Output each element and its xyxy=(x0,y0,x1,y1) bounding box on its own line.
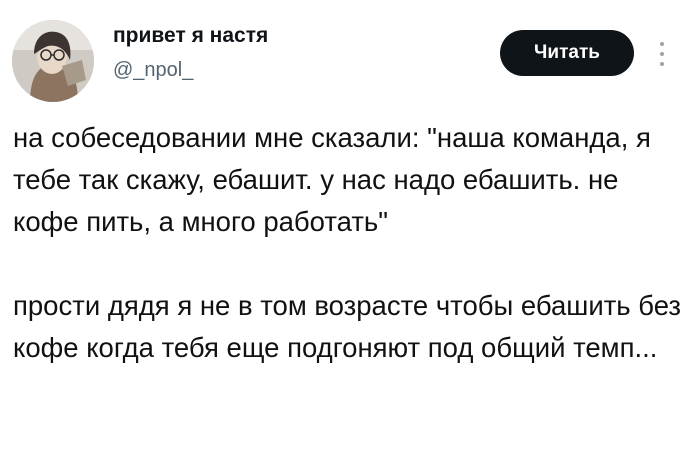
author-display-name[interactable]: привет я настя xyxy=(113,24,268,48)
more-vertical-icon[interactable] xyxy=(655,36,669,72)
tweet-card: привет я настя @_npol_ Читать на собесед… xyxy=(0,0,700,470)
avatar[interactable] xyxy=(12,20,94,102)
read-button[interactable]: Читать xyxy=(500,30,634,76)
avatar-photo xyxy=(12,20,94,102)
tweet-text: на собеседовании мне сказали: "наша кома… xyxy=(13,117,683,369)
tweet-paragraph: прости дядя я не в том возрасте чтобы еб… xyxy=(13,290,682,363)
tweet-paragraph: на собеседовании мне сказали: "наша кома… xyxy=(13,122,651,237)
author-handle[interactable]: @_npol_ xyxy=(113,59,193,82)
